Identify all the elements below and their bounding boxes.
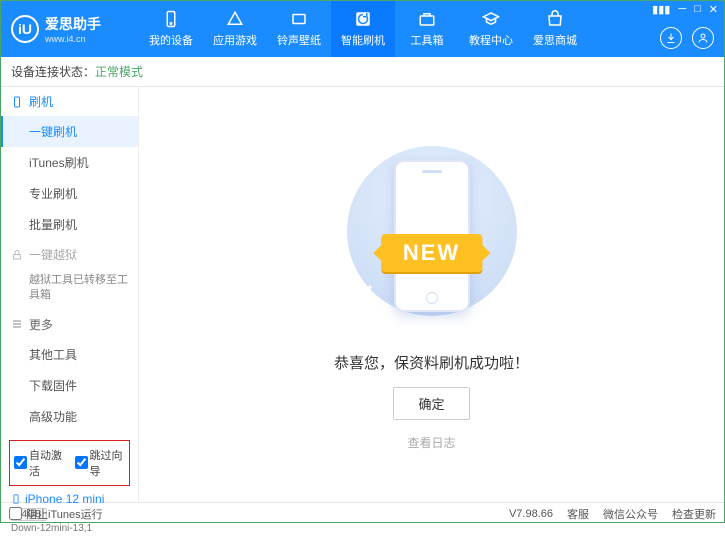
sidebar-item-itunes[interactable]: iTunes刷机 (1, 147, 138, 178)
apps-icon (226, 10, 244, 28)
sidebar-item-batch[interactable]: 批量刷机 (1, 209, 138, 240)
nav-tutorials[interactable]: 教程中心 (459, 1, 523, 57)
toolbox-icon (418, 10, 436, 28)
sidebar-item-oneclick[interactable]: 一键刷机 (1, 116, 138, 147)
app-name: 爱思助手 (45, 14, 101, 34)
user-icon (697, 32, 709, 44)
device-name: iPhone 12 mini (25, 492, 104, 506)
phone-icon (162, 10, 180, 28)
lock-icon (11, 249, 23, 261)
main-content: ✦ ✦ ✦ NEW 恭喜您，保资料刷机成功啦！ 确定 查看日志 (139, 87, 724, 502)
wechat-link[interactable]: 微信公众号 (603, 506, 658, 522)
refresh-icon (354, 10, 372, 28)
app-url: www.i4.cn (45, 34, 101, 44)
view-log-link[interactable]: 查看日志 (407, 434, 455, 451)
wallpaper-icon (290, 10, 308, 28)
opt-skip-wizard[interactable]: 跳过向导 (75, 447, 126, 479)
store-icon (546, 10, 564, 28)
block-itunes-checkbox[interactable]: 阻止iTunes运行 (9, 506, 103, 522)
download-icon (665, 32, 677, 44)
success-illustration: ✦ ✦ ✦ NEW (312, 138, 552, 338)
sidebar-item-pro[interactable]: 专业刷机 (1, 178, 138, 209)
nav: 我的设备 应用游戏 铃声壁纸 智能刷机 工具箱 教程中心 爱思商城 (139, 1, 724, 57)
sidebar-item-advanced[interactable]: 高级功能 (1, 401, 138, 432)
support-link[interactable]: 客服 (567, 506, 589, 522)
nav-flash[interactable]: 智能刷机 (331, 1, 395, 57)
logo-area: iU 爱思助手 www.i4.cn (1, 14, 139, 44)
nav-apps[interactable]: 应用游戏 (203, 1, 267, 57)
ok-button[interactable]: 确定 (393, 387, 469, 420)
graduation-icon (482, 10, 500, 28)
section-flash[interactable]: 刷机 (1, 87, 138, 116)
status-value: 正常模式 (95, 63, 143, 80)
user-button[interactable] (692, 27, 714, 49)
opt-auto-activate[interactable]: 自动激活 (14, 447, 65, 479)
device-phone-icon (11, 492, 21, 506)
nav-my-device[interactable]: 我的设备 (139, 1, 203, 57)
minimize-icon[interactable]: ─ (678, 3, 686, 16)
nav-store[interactable]: 爱思商城 (523, 1, 587, 57)
section-jailbreak: 一键越狱 (1, 240, 138, 269)
success-message: 恭喜您，保资料刷机成功啦！ (334, 352, 529, 373)
sidebar: 刷机 一键刷机 iTunes刷机 专业刷机 批量刷机 一键越狱 越狱工具已转移至… (1, 87, 139, 502)
menu-icon[interactable]: ▮▮▮ (652, 3, 670, 16)
version-label: V7.98.66 (509, 508, 553, 520)
phone-flash-icon (11, 96, 23, 108)
download-button[interactable] (660, 27, 682, 49)
options-box: 自动激活 跳过向导 (9, 440, 130, 486)
section-more[interactable]: 更多 (1, 310, 138, 339)
device-model: Down-12mini-13,1 (11, 523, 128, 534)
update-link[interactable]: 检查更新 (672, 506, 716, 522)
status-label: 设备连接状态： (11, 63, 95, 80)
status-bar: 设备连接状态： 正常模式 (1, 57, 724, 87)
logo-icon: iU (11, 15, 39, 43)
sidebar-item-firmware[interactable]: 下载固件 (1, 370, 138, 401)
window-controls: ▮▮▮ ─ □ ✕ (652, 3, 718, 16)
header: iU 爱思助手 www.i4.cn 我的设备 应用游戏 铃声壁纸 智能刷机 工具… (1, 1, 724, 57)
close-icon[interactable]: ✕ (709, 3, 718, 16)
footer: 阻止iTunes运行 V7.98.66 客服 微信公众号 检查更新 (1, 502, 724, 524)
sidebar-item-other[interactable]: 其他工具 (1, 339, 138, 370)
nav-toolbox[interactable]: 工具箱 (395, 1, 459, 57)
list-icon (11, 318, 23, 330)
new-ribbon: NEW (381, 234, 482, 272)
nav-ringtones[interactable]: 铃声壁纸 (267, 1, 331, 57)
jailbreak-note: 越狱工具已转移至工具箱 (1, 269, 138, 310)
maximize-icon[interactable]: □ (694, 3, 701, 16)
